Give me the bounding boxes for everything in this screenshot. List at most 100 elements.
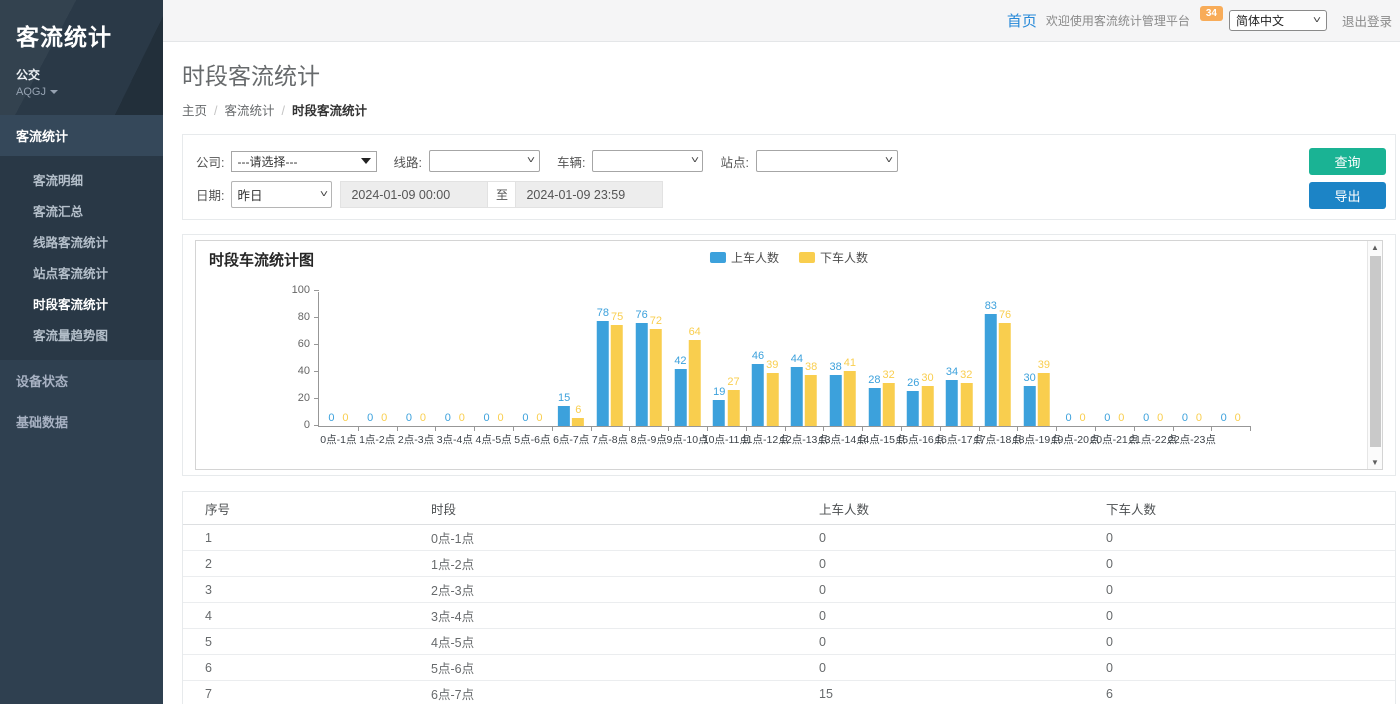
table-cell: 3 [205,583,431,597]
notification-badge[interactable]: 34 [1200,6,1223,21]
home-link[interactable]: 首页 [1007,10,1037,31]
table-cell: 0 [1106,557,1395,571]
table-cell: 2 [205,557,431,571]
org-name: 公交 [16,66,147,83]
bar-alighting [921,386,933,427]
y-axis-tick-label: 20 [298,393,310,404]
breadcrumb-home[interactable]: 主页 [182,104,207,118]
bar-value-label: 76 [999,310,1011,321]
bar-value-label: 0 [420,413,426,424]
bar-boarding [868,388,880,426]
x-axis-tick [552,426,553,431]
table-row: 76点-7点156 [183,681,1395,704]
bar-boarding [713,400,725,426]
vehicle-select[interactable]: ˅ [592,150,703,172]
chart-category: 002点-3点 [397,292,436,426]
table-header-index: 序号 [205,499,431,518]
bar-value-label: 0 [1143,413,1149,424]
table-cell: 0 [819,557,1106,571]
bar-alighting [883,383,895,426]
line-label: 线路: [393,152,421,171]
breadcrumb: 主页/客流统计/时段客流统计 [182,100,1400,119]
legend-item[interactable]: 下车人数 [799,249,868,266]
station-select[interactable]: ˅ [756,150,898,172]
sidebar-item-device-status[interactable]: 设备状态 [0,360,163,401]
bar-value-label: 46 [752,351,764,362]
chart-scrollbar[interactable]: ▲ ▼ [1367,241,1382,469]
x-axis-tick [1095,426,1096,431]
table-row: 54点-5点00 [183,629,1395,655]
x-axis-tick-label: 0点-1点 [320,432,356,447]
scrollbar-down-icon[interactable]: ▼ [1368,456,1382,469]
filter-row-2: 日期: 昨日 ˅ 2024-01-09 00:00 至 2024-01-09 2… [196,181,1383,208]
x-axis-tick [358,426,359,431]
x-axis-tick [1134,426,1135,431]
y-axis-tick-label: 0 [304,420,310,431]
table-cell: 15 [819,687,1106,701]
chart-category: 443812点-13点 [785,292,824,426]
bar-boarding [558,406,570,426]
sidebar-subitem[interactable]: 客流量趋势图 [0,319,163,350]
main-area: 首页 欢迎使用客流统计管理平台 34 简体中文 ˅ 退出登录 时段客流统计 主页… [163,0,1400,704]
legend-item[interactable]: 上车人数 [710,249,779,266]
bar-alighting [689,340,701,426]
scrollbar-up-icon[interactable]: ▲ [1368,241,1382,254]
bar-chart-plot: 020406080100000点-1点001点-2点002点-3点003点-4点… [318,292,1250,427]
chevron-down-icon: ˅ [885,156,893,166]
table-cell: 0 [1106,583,1395,597]
sidebar-subitem[interactable]: 站点客流统计 [0,257,163,288]
bar-value-label: 30 [921,373,933,384]
bar-value-label: 0 [1235,413,1241,424]
bar-alighting [572,418,584,426]
breadcrumb-section[interactable]: 客流统计 [225,104,275,118]
line-select[interactable]: ˅ [429,150,540,172]
welcome-text: 欢迎使用客流统计管理平台 [1046,12,1190,29]
x-axis-tick [862,426,863,431]
x-axis-tick [707,426,708,431]
chart-category: 004点-5点 [474,292,513,426]
bar-boarding [791,367,803,426]
chart-category: 0020点-21点 [1095,292,1134,426]
date-from-input[interactable]: 2024-01-09 00:00 [340,181,488,208]
chart-category: 76728点-9点 [629,292,668,426]
bar-value-label: 38 [830,362,842,373]
date-preset-select[interactable]: 昨日 ˅ [231,181,332,208]
x-axis-tick [746,426,747,431]
table-cell: 4点-5点 [431,632,819,651]
query-button[interactable]: 查询 [1309,148,1386,175]
x-axis-tick-label: 2点-3点 [398,432,434,447]
company-label: 公司: [196,152,224,171]
company-select[interactable]: ---请选择--- [231,151,377,172]
logout-link[interactable]: 退出登录 [1342,11,1392,30]
y-axis-tick-label: 100 [292,285,310,296]
date-to-input[interactable]: 2024-01-09 23:59 [515,181,663,208]
table-cell: 0 [819,609,1106,623]
bar-value-label: 0 [445,413,451,424]
bar-value-label: 15 [558,393,570,404]
sidebar-item-passenger-stats[interactable]: 客流统计 [0,115,163,156]
sidebar-item-base-data[interactable]: 基础数据 [0,401,163,442]
table-cell: 7 [205,687,431,701]
bar-alighting [844,371,856,426]
org-code-dropdown[interactable]: AQGJ [16,86,147,98]
bar-value-label: 30 [1023,373,1035,384]
sidebar-subitem[interactable]: 线路客流统计 [0,226,163,257]
sidebar-subitem[interactable]: 客流汇总 [0,195,163,226]
bar-value-label: 64 [689,327,701,338]
bar-value-label: 0 [1196,413,1202,424]
bar-alighting [766,373,778,426]
scrollbar-thumb[interactable] [1370,256,1381,447]
bar-value-label: 27 [727,377,739,388]
bar-value-label: 0 [484,413,490,424]
table-cell: 0 [819,661,1106,675]
language-select[interactable]: 简体中文 ˅ [1229,10,1327,31]
filter-actions: 查询 导出 [1309,148,1386,209]
x-axis-tick [668,426,669,431]
bar-value-label: 26 [907,378,919,389]
export-button[interactable]: 导出 [1309,182,1386,209]
sidebar-subitem[interactable]: 时段客流统计 [0,288,163,319]
table-row: 65点-6点00 [183,655,1395,681]
sidebar-subitem[interactable]: 客流明细 [0,164,163,195]
bar-value-label: 83 [985,301,997,312]
bar-value-label: 0 [536,413,542,424]
